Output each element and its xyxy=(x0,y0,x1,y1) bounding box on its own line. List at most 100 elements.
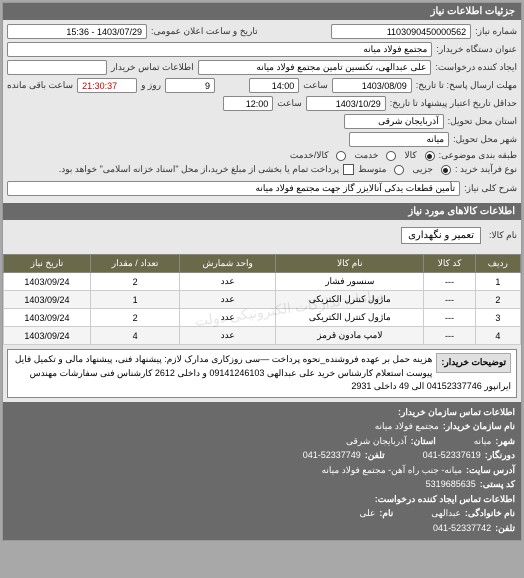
tel-val: 041-52337749 xyxy=(303,449,361,463)
time-label-1: ساعت xyxy=(303,80,328,91)
footer-block: اطلاعات تماس سازمان خریدار: نام سازمان خ… xyxy=(3,402,521,541)
remaining-time-field: 21:30:37 xyxy=(77,78,137,93)
deadline-start-label: مهلت ارسال پاسخ: تا تاریخ: xyxy=(416,80,517,91)
table-cell: عدد xyxy=(180,309,276,327)
org-label: نام سازمان خریدار: xyxy=(443,420,515,434)
table-cell: 1 xyxy=(90,291,179,309)
goods-name-label: نام کالا: xyxy=(489,230,517,241)
need-summary-label: شرح کلی نیاز: xyxy=(464,183,517,194)
public-announce-label: تاریخ و ساعت اعلان عمومی: xyxy=(151,26,258,37)
goods-section-header: اطلاعات کالاهای مورد نیاز xyxy=(3,203,521,220)
buyer-contact-label: اطلاعات تماس خریدار xyxy=(111,62,194,73)
treasury-checkbox[interactable] xyxy=(343,164,354,175)
requester-label: ایجاد کننده درخواست: xyxy=(435,62,517,73)
table-cell: --- xyxy=(424,327,475,345)
table-cell: عدد xyxy=(180,327,276,345)
province-val: آذربایجان شرقی xyxy=(346,435,407,449)
th-name: نام کالا xyxy=(276,255,424,273)
table-cell: عدد xyxy=(180,291,276,309)
province-label: استان: xyxy=(411,435,436,449)
table-cell: 1403/09/24 xyxy=(4,291,91,309)
postcode-label: کد پستی: xyxy=(480,478,515,492)
address-val: میانه- جنب راه آهن- مجتمع فولاد میانه xyxy=(322,464,462,478)
radio-mid[interactable] xyxy=(394,165,404,175)
th-row: ردیف xyxy=(475,255,520,273)
goods-table: ردیف کد کالا نام کالا واحد شمارش تعداد /… xyxy=(3,254,521,345)
remaining-days-field: 9 xyxy=(165,78,215,93)
radio-low[interactable] xyxy=(441,165,451,175)
buyer-apparatus-label: عنوان دستگاه خریدار: xyxy=(436,44,517,55)
table-cell: 2 xyxy=(475,291,520,309)
deadline-time-field: 14:00 xyxy=(249,78,299,93)
city-label: شهر: xyxy=(495,435,515,449)
radio-goods[interactable] xyxy=(425,151,435,161)
tel-label: تلفن: xyxy=(365,449,385,463)
table-cell: ماژول کنترل الکتریکی xyxy=(276,291,424,309)
org-val: مجتمع فولاد میانه xyxy=(375,420,439,434)
buyer-apparatus-field: مجتمع فولاد میانه xyxy=(7,42,432,57)
fax-val: 041-52337619 xyxy=(423,449,481,463)
address-label: آدرس سایت: xyxy=(466,464,515,478)
buyer-contact-field xyxy=(7,60,107,75)
table-row: 2---ماژول کنترل الکتریکیعدد11403/09/24 xyxy=(4,291,521,309)
table-cell: --- xyxy=(424,273,475,291)
request-number-label: شماره نیاز: xyxy=(475,26,517,37)
days-label: روز و xyxy=(141,80,161,91)
table-cell: 3 xyxy=(475,309,520,327)
delivery-province-field: آذربایجان شرقی xyxy=(344,114,444,129)
validity-label: حداقل تاریخ اعتبار پیشنهاد تا تاریخ: xyxy=(390,98,517,109)
table-cell: 1403/09/24 xyxy=(4,273,91,291)
table-row: 1---سنسور فشارعدد21403/09/24 xyxy=(4,273,521,291)
table-cell: 4 xyxy=(90,327,179,345)
radio-service2-label: خدمت xyxy=(354,150,378,161)
radio-service-label: کالا/خدمت xyxy=(290,150,329,161)
table-cell: 2 xyxy=(90,273,179,291)
creator-contact-label: اطلاعات تماس ایجاد کننده درخواست: xyxy=(375,493,515,507)
footer-header: اطلاعات تماس سازمان خریدار: xyxy=(398,406,515,420)
th-date: تاریخ نیاز xyxy=(4,255,91,273)
public-announce-field: 1403/07/29 - 15:36 xyxy=(7,24,147,39)
table-row: 3---ماژول کنترل الکتریکیعدد21403/09/24 xyxy=(4,309,521,327)
lastname-label: نام خانوادگی: xyxy=(465,507,515,521)
postcode-val: 5319685635 xyxy=(426,478,476,492)
table-cell: 1403/09/24 xyxy=(4,327,91,345)
table-cell: عدد xyxy=(180,273,276,291)
th-code: کد کالا xyxy=(424,255,475,273)
validity-time-field: 12:00 xyxy=(223,96,273,111)
firstname-label: نام: xyxy=(379,507,393,521)
goods-name-field: تعمیر و نگهداری xyxy=(401,227,481,244)
radio-service[interactable] xyxy=(336,151,346,161)
buyer-notes: توضیحات خریدار: هزینه حمل بر عهده فروشند… xyxy=(7,349,517,398)
city-val: میانه xyxy=(474,435,492,449)
table-cell: لامپ مادون قرمز xyxy=(276,327,424,345)
table-cell: ماژول کنترل الکتریکی xyxy=(276,309,424,327)
validity-date-field: 1403/10/29 xyxy=(306,96,386,111)
requester-field: علی عبدالهی، تکنسین تامین مجتمع فولاد می… xyxy=(198,60,432,75)
table-cell: 1 xyxy=(475,273,520,291)
remaining-label: ساعت باقی مانده xyxy=(7,80,73,91)
need-summary-field: تأمین قطعات یدکی آنالایزر گاز جهت مجتمع … xyxy=(7,181,460,196)
table-cell: --- xyxy=(424,291,475,309)
radio-service2[interactable] xyxy=(386,151,396,161)
table-cell: 1403/09/24 xyxy=(4,309,91,327)
fax-label: دورنگار: xyxy=(485,449,515,463)
table-cell: --- xyxy=(424,309,475,327)
radio-goods-label: کالا xyxy=(404,150,416,161)
radio-mid-label: متوسط xyxy=(358,164,386,175)
buy-type-label: نوع فرآیند خرید : xyxy=(455,164,517,175)
th-unit: واحد شمارش xyxy=(180,255,276,273)
delivery-city-field: میانه xyxy=(349,132,449,147)
notes-label: توضیحات خریدار: xyxy=(436,353,511,373)
table-row: 4---لامپ مادون قرمزعدد41403/09/24 xyxy=(4,327,521,345)
panel-title: جزئیات اطلاعات نیاز xyxy=(3,3,521,20)
firstname-val: علی xyxy=(360,507,376,521)
phone-val: 041-52337742 xyxy=(433,522,491,536)
table-cell: 2 xyxy=(90,309,179,327)
table-cell: 4 xyxy=(475,327,520,345)
lastname-val: عبدالهی xyxy=(431,507,461,521)
th-qty: تعداد / مقدار xyxy=(90,255,179,273)
delivery-city-label: شهر محل تحویل: xyxy=(453,134,517,145)
delivery-province-label: استان محل تحویل: xyxy=(448,116,517,127)
mid-note-label: پرداخت تمام یا بخشی از مبلغ خرید،از محل … xyxy=(59,164,339,175)
time-label-2: ساعت xyxy=(277,98,302,109)
